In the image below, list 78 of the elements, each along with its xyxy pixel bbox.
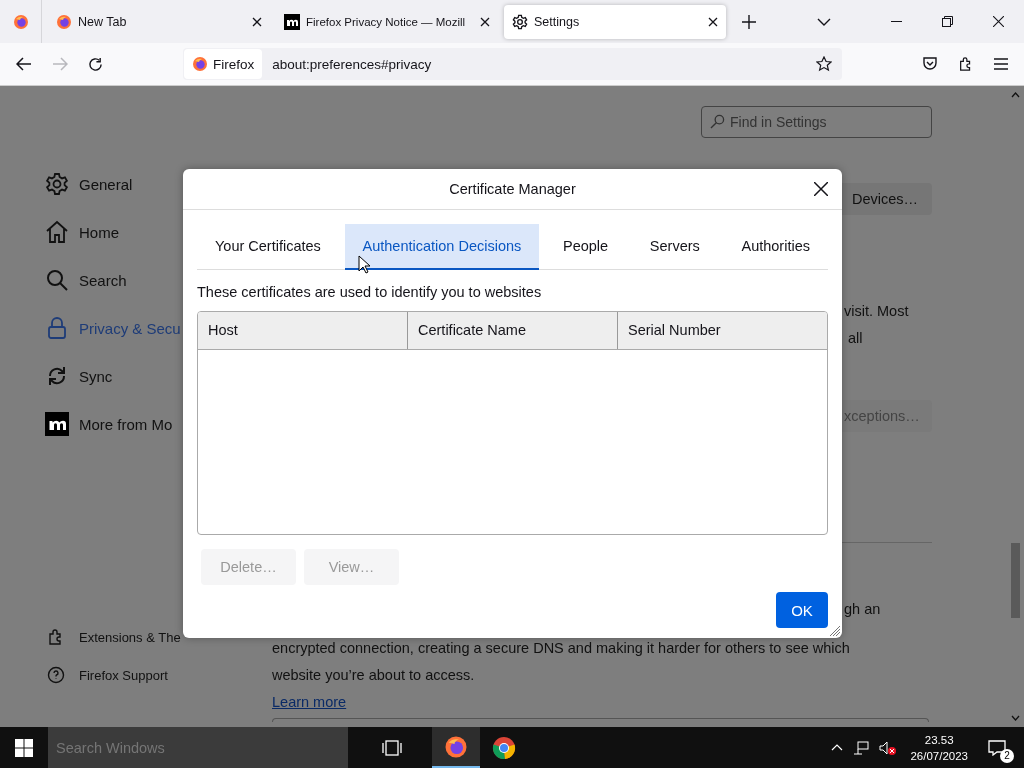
column-header[interactable]: Certificate Name: [407, 312, 617, 349]
firefox-icon: [56, 13, 72, 30]
scroll-down-icon[interactable]: [1011, 715, 1020, 721]
chrome-icon: [492, 735, 516, 760]
body-text: encrypted connection, creating a secure DNS and making it harder for others to see which: [272, 639, 850, 658]
chevron-up-icon[interactable]: [831, 744, 844, 751]
dialog-tab[interactable]: People: [545, 224, 627, 270]
sidebar-item[interactable]: General: [45, 169, 250, 199]
sidebar-link[interactable]: Firefox Support: [45, 665, 250, 685]
close-icon[interactable]: [708, 16, 718, 27]
notification-count: 2: [1000, 748, 1014, 763]
network-icon[interactable]: [853, 740, 870, 755]
search-icon: [45, 268, 69, 292]
lock-icon: [45, 316, 69, 340]
body-text: all: [848, 329, 863, 348]
close-icon[interactable]: [252, 16, 262, 27]
close-icon[interactable]: [814, 182, 828, 196]
dialog-tab[interactable]: Authentication Decisions: [344, 224, 540, 270]
sidebar-link[interactable]: Extensions & The: [45, 627, 250, 647]
sidebar-item[interactable]: Sync: [45, 361, 250, 391]
close-icon[interactable]: [480, 16, 490, 27]
sidebar-item[interactable]: More from Mo: [45, 409, 250, 439]
search-field[interactable]: Find in Settings: [701, 106, 932, 138]
close-icon[interactable]: [993, 16, 1004, 27]
body-text: website you’re about to access.: [272, 666, 475, 685]
ok-button[interactable]: OK: [776, 592, 828, 628]
browser-tab[interactable]: Firefox Privacy Notice — Mozill: [276, 4, 498, 39]
clock-time[interactable]: 23.53: [924, 731, 954, 748]
taskbar-app[interactable]: [432, 727, 480, 768]
windows-logo-icon[interactable]: [15, 738, 33, 757]
devices-button[interactable]: Devices…: [842, 183, 932, 215]
back-arrow-icon[interactable]: [16, 57, 32, 71]
url-text: about:preferences#privacy: [272, 56, 433, 72]
message-icon: [988, 739, 1006, 756]
mouse-pointer-icon: [358, 255, 370, 274]
resize-grip-icon[interactable]: [829, 625, 841, 637]
address-bar[interactable]: Firefox about:preferences#privacy: [182, 48, 843, 80]
taskbar-search-field[interactable]: Search Windows: [48, 727, 348, 768]
scroll-thumb[interactable]: [1011, 543, 1020, 618]
gear-icon: [512, 13, 528, 30]
clock-date[interactable]: 26/07/2023: [910, 747, 968, 764]
minimize-icon[interactable]: [891, 20, 902, 23]
tab-title: Firefox Privacy Notice — Mozill: [306, 15, 467, 28]
browser-tab[interactable]: New Tab: [48, 4, 270, 39]
dialog-tab[interactable]: Servers: [631, 224, 718, 270]
description-text: These certificates are used to identify you to websites: [197, 284, 543, 300]
firefox-icon: [191, 56, 208, 72]
dialog-title: Certificate Manager: [449, 181, 576, 197]
firefox-icon: [444, 734, 468, 759]
tab-title: New Tab: [78, 14, 128, 29]
menu-icon[interactable]: [994, 58, 1009, 70]
gear-icon: [45, 172, 69, 196]
home-icon: [45, 220, 69, 244]
reload-icon[interactable]: [87, 56, 103, 72]
star-icon[interactable]: [816, 56, 833, 72]
scroll-up-icon[interactable]: [1011, 92, 1020, 98]
dialog-tab[interactable]: Your Certificates: [197, 224, 339, 270]
browser-tab[interactable]: Settings: [504, 4, 726, 39]
search-icon: [710, 114, 725, 129]
column-header[interactable]: Serial Number: [617, 312, 827, 349]
dialog-tab[interactable]: Authorities: [723, 224, 828, 270]
chevron-down-icon[interactable]: [817, 17, 831, 26]
restore-icon[interactable]: [942, 16, 953, 27]
notifications-button[interactable]: 2: [982, 732, 1012, 763]
identity-label: Firefox: [212, 56, 255, 72]
task-view-icon[interactable]: [382, 739, 402, 756]
firefox-icon: [12, 13, 29, 30]
m-logo-icon: [45, 412, 69, 436]
tab-title: Settings: [534, 14, 581, 29]
body-text: gh an: [844, 600, 881, 619]
muted-speaker-icon[interactable]: [879, 740, 898, 755]
identity-box[interactable]: Firefox: [183, 49, 263, 79]
m-logo-icon: [284, 13, 300, 30]
body-text: visit. Most: [844, 302, 909, 321]
plus-icon[interactable]: [742, 14, 756, 29]
column-header[interactable]: Host: [198, 312, 407, 349]
help-icon: [47, 666, 65, 684]
pocket-icon[interactable]: [922, 56, 939, 72]
